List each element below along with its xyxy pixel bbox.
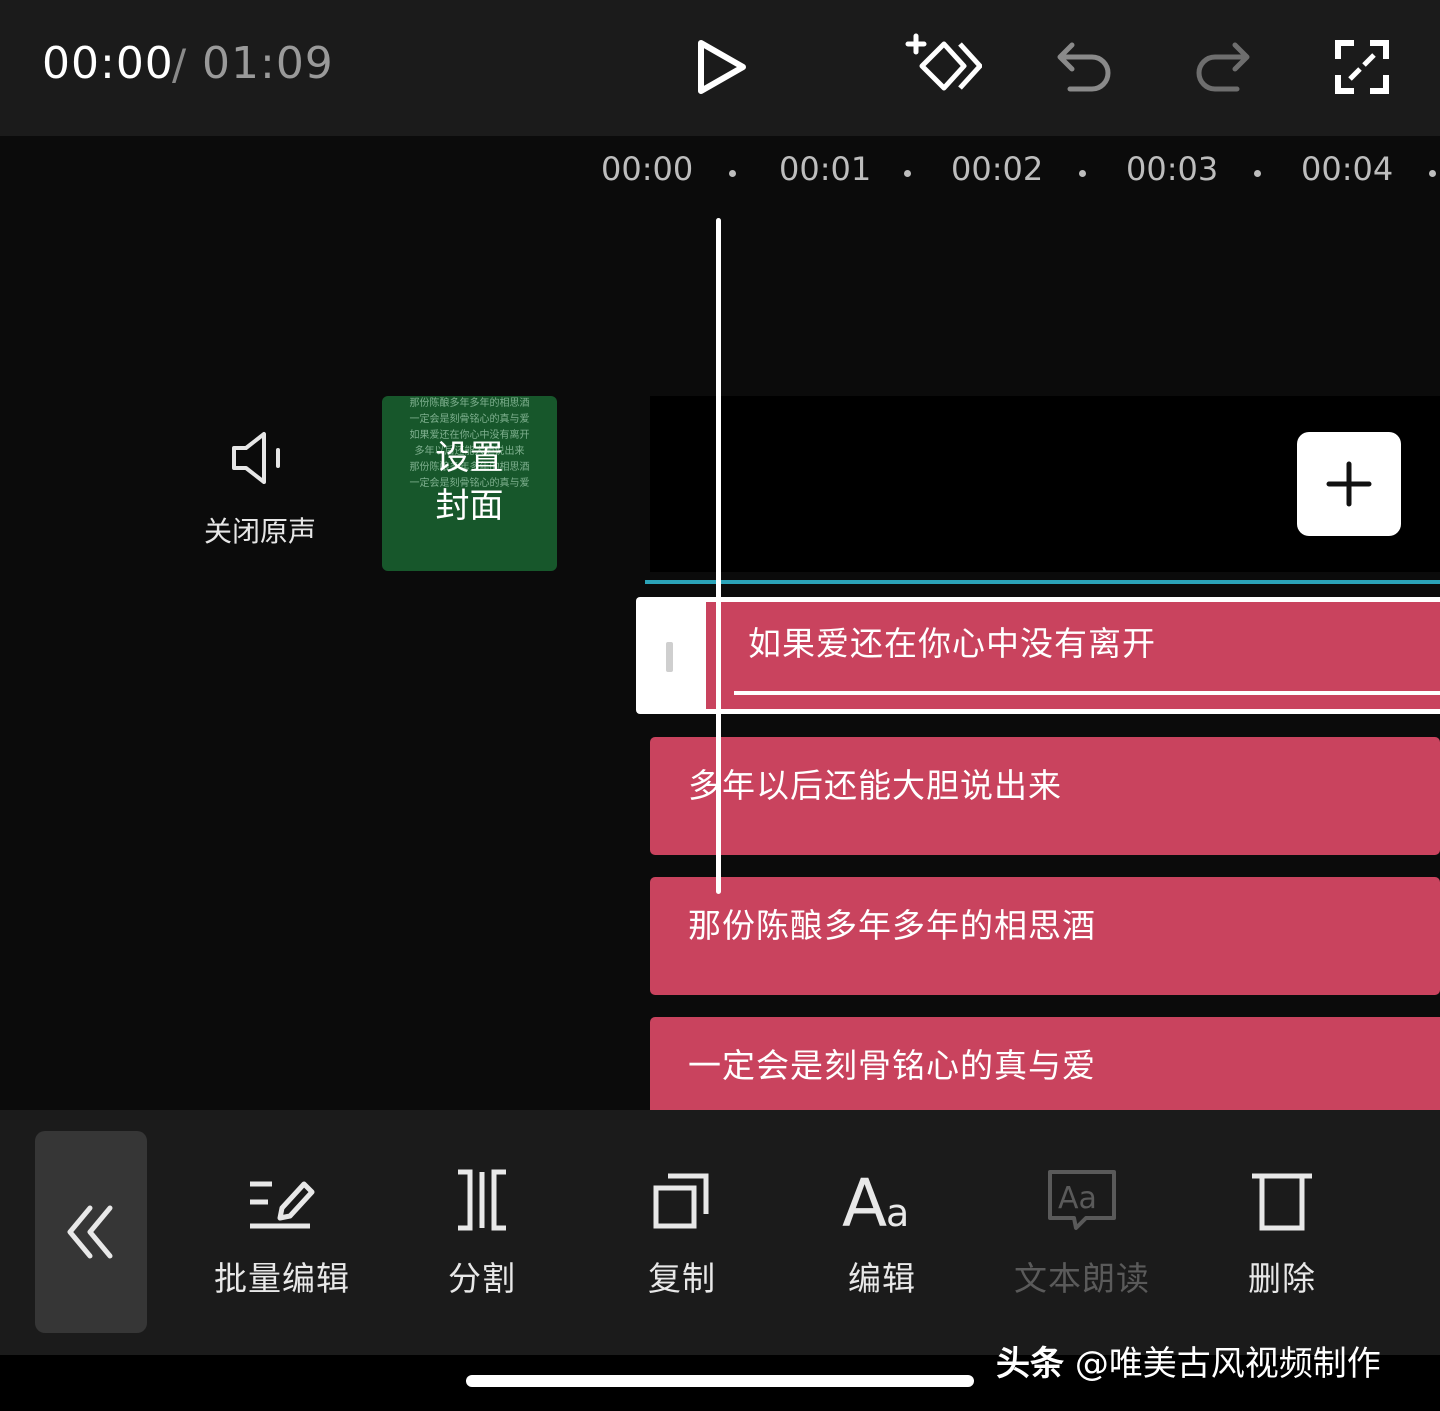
set-cover-button[interactable]: 那份陈酿多年多年的相思酒 一定会是刻骨铭心的真与爱 如果爱还在你心中没有离开 多… <box>382 396 557 571</box>
text-to-speech-button[interactable]: Aa 文本朗读 <box>992 1160 1172 1300</box>
home-indicator[interactable] <box>466 1375 974 1387</box>
keyframe-add-icon <box>905 33 982 91</box>
selected-subtitle-clip[interactable]: 如果爱还在你心中没有离开 <box>636 597 1440 714</box>
subtitle-clip[interactable]: 那份陈酿多年多年的相思酒 <box>650 877 1440 995</box>
copy-button[interactable]: 复制 <box>592 1160 772 1300</box>
double-chevron-left-icon <box>67 1205 113 1259</box>
add-keyframe-button[interactable] <box>897 22 987 112</box>
subtitle-text: 多年以后还能大胆说出来 <box>688 766 1062 805</box>
playhead[interactable] <box>716 218 721 894</box>
undo-button[interactable] <box>1039 22 1129 112</box>
ruler-tick: 00:04 <box>1301 150 1394 188</box>
ruler-tick: 00:00 <box>601 150 694 188</box>
ruler-dot <box>1429 170 1436 177</box>
tool-label: 批量编辑 <box>214 1259 350 1298</box>
current-time: 00:00 <box>42 38 174 89</box>
subtitle-clip[interactable]: 多年以后还能大胆说出来 <box>650 737 1440 855</box>
delete-icon <box>1242 1160 1322 1240</box>
timeline-ruler[interactable] <box>0 136 1440 216</box>
subtitle-text: 那份陈酿多年多年的相思酒 <box>688 906 1096 945</box>
batch-edit-button[interactable]: 批量编辑 <box>192 1160 372 1300</box>
undo-icon <box>1057 42 1111 92</box>
text-to-speech-icon: Aa <box>1042 1160 1122 1240</box>
track-divider <box>645 580 1440 584</box>
speaker-icon <box>232 432 280 484</box>
fullscreen-button[interactable] <box>1317 22 1407 112</box>
subtitle-text: 如果爱还在你心中没有离开 <box>748 624 1156 663</box>
redo-icon <box>1196 42 1250 92</box>
selected-clip-body: 如果爱还在你心中没有离开 <box>706 602 1440 709</box>
watermark: 头条 @唯美古风视频制作 <box>996 1336 1381 1385</box>
watermark-brand: 头条 <box>996 1344 1064 1384</box>
selection-underline <box>734 691 1440 695</box>
clip-trim-handle[interactable] <box>666 642 673 672</box>
tool-label: 复制 <box>648 1259 716 1298</box>
copy-icon <box>642 1160 722 1240</box>
add-clip-button[interactable] <box>1297 432 1401 536</box>
text-style-icon: A a <box>842 1160 922 1240</box>
fullscreen-icon <box>1335 40 1389 94</box>
ruler-dot <box>729 170 736 177</box>
plus-icon <box>1326 461 1372 507</box>
play-icon <box>698 40 746 94</box>
split-icon <box>442 1160 522 1240</box>
svg-text:A: A <box>842 1168 887 1232</box>
redo-button[interactable] <box>1178 22 1268 112</box>
collapse-back-button[interactable] <box>35 1131 147 1333</box>
ruler-dot <box>1079 170 1086 177</box>
ruler-dot <box>1254 170 1261 177</box>
split-button[interactable]: 分割 <box>392 1160 572 1300</box>
time-separator: / <box>172 40 187 89</box>
watermark-handle: @唯美古风视频制作 <box>1074 1344 1381 1384</box>
ruler-tick: 00:01 <box>779 150 872 188</box>
ruler-tick: 00:02 <box>951 150 1044 188</box>
play-button[interactable] <box>676 22 766 112</box>
mute-label: 关闭原声 <box>203 515 316 548</box>
tool-label: 删除 <box>1248 1259 1316 1298</box>
svg-text:a: a <box>886 1191 909 1232</box>
cover-label: 设置 封面 <box>435 438 504 526</box>
subtitle-text: 一定会是刻骨铭心的真与爱 <box>688 1046 1096 1085</box>
subtitle-clip[interactable]: 一定会是刻骨铭心的真与爱 <box>650 1017 1440 1110</box>
ruler-dot <box>904 170 911 177</box>
batch-edit-icon <box>242 1160 322 1240</box>
tool-label: 编辑 <box>848 1259 916 1298</box>
edit-text-button[interactable]: A a 编辑 <box>792 1160 972 1300</box>
tool-label: 文本朗读 <box>1014 1259 1150 1298</box>
svg-text:Aa: Aa <box>1058 1181 1097 1216</box>
delete-button[interactable]: 删除 <box>1192 1160 1372 1300</box>
total-duration: 01:09 <box>202 38 334 89</box>
ruler-tick: 00:03 <box>1126 150 1219 188</box>
tool-label: 分割 <box>448 1259 516 1298</box>
